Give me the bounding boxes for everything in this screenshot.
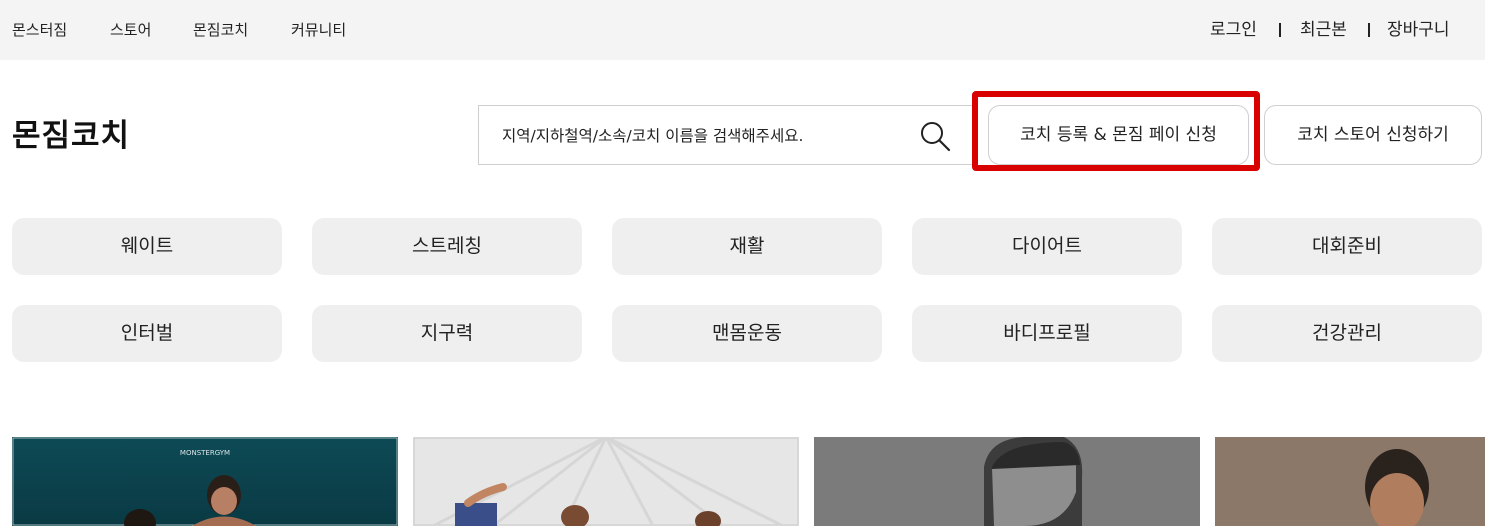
top-navigation-bar: 몬스터짐 스토어 몬짐코치 커뮤니티 로그인 최근본 장바구니 — [0, 0, 1485, 60]
nav-item-monstergym[interactable]: 몬스터짐 — [12, 20, 67, 40]
category-chip-body-profile[interactable]: 바디프로필 — [912, 305, 1182, 362]
card-logo-text: MONSTERGYM — [180, 449, 230, 457]
nav-item-community[interactable]: 커뮤니티 — [291, 20, 346, 40]
topbar-divider — [1368, 23, 1370, 37]
nav-item-monjim-coach[interactable]: 몬짐코치 — [193, 20, 248, 40]
category-chip-diet[interactable]: 다이어트 — [912, 218, 1182, 275]
coach-store-apply-button[interactable]: 코치 스토어 신청하기 — [1264, 105, 1482, 165]
topbar-divider — [1279, 23, 1281, 37]
coach-card-image[interactable] — [413, 437, 799, 526]
coach-card-image[interactable]: MONSTERGYM — [12, 437, 398, 526]
coach-register-pay-apply-button[interactable]: 코치 등록 & 몬짐 페이 신청 — [988, 105, 1249, 165]
login-link[interactable]: 로그인 — [1210, 19, 1257, 41]
recently-viewed-link[interactable]: 최근본 — [1300, 19, 1347, 41]
nav-item-store[interactable]: 스토어 — [110, 20, 151, 40]
coach-card-image[interactable] — [1215, 437, 1485, 526]
category-chip-endurance[interactable]: 지구력 — [312, 305, 582, 362]
search-icon[interactable] — [919, 120, 951, 152]
search-input[interactable]: 지역/지하철역/소속/코치 이름을 검색해주세요. — [478, 105, 978, 165]
cart-link[interactable]: 장바구니 — [1387, 19, 1450, 41]
category-chip-stretching[interactable]: 스트레칭 — [312, 218, 582, 275]
page-title: 몬짐코치 — [12, 118, 131, 154]
category-chip-interval[interactable]: 인터벌 — [12, 305, 282, 362]
category-chip-rehab[interactable]: 재활 — [612, 218, 882, 275]
category-chip-bodyweight[interactable]: 맨몸운동 — [612, 305, 882, 362]
search-placeholder: 지역/지하철역/소속/코치 이름을 검색해주세요. — [502, 127, 804, 145]
coach-card-image[interactable] — [814, 437, 1200, 526]
category-chip-competition-prep[interactable]: 대회준비 — [1212, 218, 1482, 275]
category-chip-health-care[interactable]: 건강관리 — [1212, 305, 1482, 362]
category-chip-weight[interactable]: 웨이트 — [12, 218, 282, 275]
